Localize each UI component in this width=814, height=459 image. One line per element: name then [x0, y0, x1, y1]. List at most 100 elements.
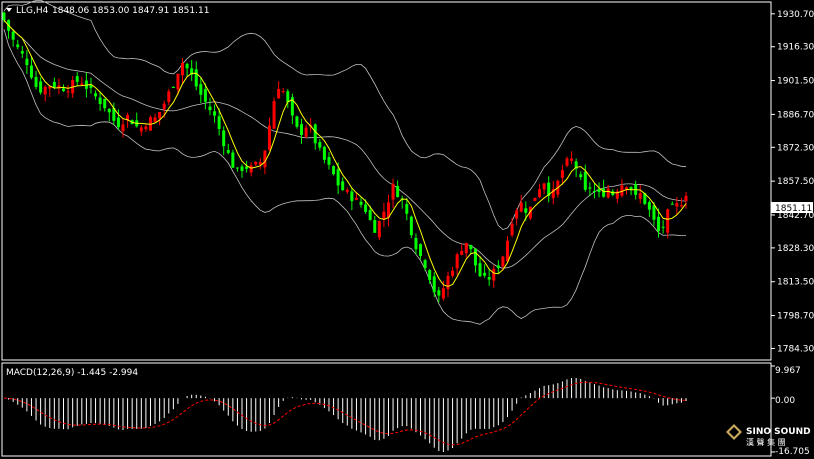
candle-body: [373, 220, 377, 233]
candle-body: [368, 210, 372, 220]
candle-body: [354, 197, 358, 200]
macd-histogram: [8, 377, 687, 452]
candle-body: [194, 69, 198, 87]
candle-body: [382, 211, 386, 220]
candle-body: [25, 58, 29, 66]
candle-body: [460, 250, 464, 255]
candle-body: [181, 62, 185, 76]
candle-body: [437, 290, 441, 296]
chart-canvas: 1930.70 1916.30 1901.50 1886.70 1872.30 1857.…: [1, 0, 814, 457]
price-tick-label: 1857.50: [777, 177, 814, 187]
candle-body: [396, 186, 400, 198]
candle-body: [281, 91, 285, 93]
candle-body: [519, 202, 523, 212]
candle-body: [199, 84, 203, 95]
candle-body: [469, 244, 473, 250]
candle-body: [602, 188, 606, 197]
candle-body: [496, 265, 500, 269]
candle-body: [62, 88, 66, 92]
candle-body: [75, 76, 79, 82]
candle-body: [327, 157, 331, 165]
candle-body: [542, 183, 546, 190]
price-tick-label: 1872.30: [777, 143, 814, 153]
candle-body: [428, 270, 432, 280]
candle-body: [638, 193, 642, 199]
macd-axis-label-bottom: -16.705: [775, 447, 810, 457]
bollinger-upper: [3, 0, 687, 231]
candle-body: [240, 166, 244, 172]
candle-body: [103, 98, 107, 109]
candle-body: [34, 76, 38, 87]
price-tick-label: 1930.70: [777, 10, 814, 20]
candle-body: [670, 203, 674, 205]
candle-body: [679, 205, 683, 207]
candle-body: [80, 83, 84, 85]
candle-body: [153, 117, 157, 122]
candle-body: [377, 221, 381, 238]
candle-body: [501, 256, 505, 267]
candle-body: [11, 31, 15, 40]
candle-body: [391, 183, 395, 200]
candle-body: [295, 116, 299, 127]
current-price-label: 1851.11: [775, 204, 812, 214]
bollinger-bands: [3, 0, 687, 325]
candle-body: [322, 146, 326, 160]
candle-body: [560, 170, 564, 178]
candle-body: [217, 116, 221, 129]
candle-body: [318, 142, 322, 148]
price-tick-label: 1784.30: [777, 344, 814, 354]
candle-body: [657, 216, 661, 232]
candle-body: [300, 124, 304, 136]
candle-body: [505, 240, 509, 262]
candle-body: [432, 276, 436, 293]
candle-body: [121, 124, 125, 132]
chart-ohlc: 1848.06 1853.00 1847.91 1851.11: [52, 6, 209, 16]
collapse-triangle-icon[interactable]: [6, 8, 12, 12]
candle-body: [565, 158, 569, 166]
candle-body: [570, 158, 574, 161]
candle-body: [652, 205, 656, 220]
candle-body: [144, 126, 148, 130]
price-tick-label: 1901.50: [777, 77, 814, 87]
candle-body: [332, 166, 336, 175]
candle-body: [20, 51, 24, 54]
candle-body: [267, 125, 271, 151]
candle-body: [446, 275, 450, 290]
candle-body: [579, 174, 583, 178]
candle-body: [487, 276, 491, 280]
candle-body: [647, 202, 651, 210]
candles: [2, 11, 688, 303]
candle-body: [313, 124, 317, 144]
candle-body: [107, 108, 111, 113]
candle-body: [167, 91, 171, 102]
price-tick-label: 1916.30: [777, 43, 814, 53]
candle-body: [341, 181, 345, 191]
candle-body: [364, 204, 368, 212]
candle-body: [304, 127, 308, 137]
candle-body: [254, 161, 258, 165]
candle-body: [478, 263, 482, 277]
candle-body: [185, 63, 189, 69]
candle-body: [171, 86, 175, 88]
candle-body: [139, 127, 143, 132]
candle-body: [464, 242, 468, 254]
macd-title: MACD(12,26,9) -1.445 -2.994: [6, 368, 138, 378]
candle-body: [419, 244, 423, 257]
candle-body: [2, 12, 6, 21]
candle-body: [492, 268, 496, 281]
macd-signal-line: [3, 381, 687, 446]
candle-body: [226, 150, 230, 153]
candle-body: [213, 111, 217, 116]
candle-body: [176, 73, 180, 90]
macd-signal-path: [3, 381, 687, 446]
candle-body: [409, 216, 413, 236]
bollinger-middle: [3, 19, 687, 269]
candle-body: [203, 89, 207, 102]
candle-body: [158, 111, 162, 119]
candle-body: [606, 188, 610, 198]
moving-average-line: [3, 19, 687, 287]
macd-axis-label-top: 9.967: [775, 366, 801, 376]
price-chart: 1930.70 1916.30 1901.50 1886.70 1872.30 1857.…: [0, 0, 814, 459]
candle-body: [98, 97, 102, 105]
candle-body: [66, 91, 70, 93]
